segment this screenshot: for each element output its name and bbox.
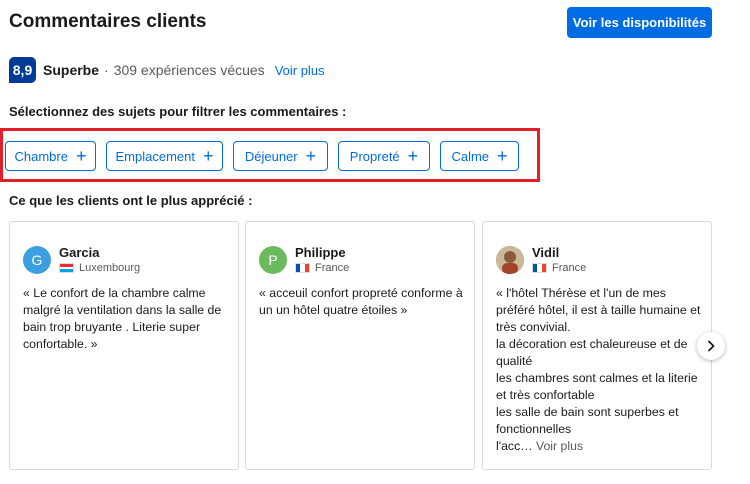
chip-label: Calme	[451, 148, 490, 164]
review-score-summary: 8,9 Superbe · 309 expériences vécues Voi…	[9, 57, 325, 83]
luxembourg-flag-icon	[59, 263, 74, 273]
plus-icon: +	[497, 146, 508, 166]
review-card: G Garcia Luxembourg « Le confort de la c…	[9, 221, 239, 470]
france-flag-icon	[295, 263, 310, 273]
see-more-reviews-link[interactable]: Voir plus	[275, 63, 325, 78]
review-text: « Le confort de la chambre calme malgré …	[23, 286, 222, 351]
review-line: les chambres sont calmes et la literie e…	[496, 371, 698, 402]
france-flag-icon	[532, 263, 547, 273]
plus-icon: +	[202, 146, 214, 166]
filter-chip-emplacement[interactable]: Emplacement +	[106, 141, 223, 171]
chip-label: Emplacement	[115, 148, 195, 164]
review-line-last: l'acc… Voir plus	[496, 438, 706, 455]
review-card: P Philippe France « acceuil confort prop…	[245, 221, 475, 470]
filter-chip-dejeuner[interactable]: Déjeuner +	[233, 141, 328, 171]
reviewer-country: France	[532, 262, 586, 274]
carousel-next-button[interactable]	[697, 332, 725, 360]
country-name: France	[315, 262, 350, 274]
read-more-link[interactable]: Voir plus	[536, 439, 583, 453]
country-name: Luxembourg	[79, 262, 141, 274]
reviewer-country: France	[295, 262, 349, 274]
truncated-text: l'acc…	[496, 439, 533, 453]
plus-icon: +	[75, 146, 87, 166]
chip-label: Déjeuner	[244, 148, 298, 164]
see-availability-button[interactable]: Voir les disponibilités	[567, 7, 712, 38]
filter-heading: Sélectionnez des sujets pour filtrer les…	[9, 104, 347, 119]
country-name: France	[552, 262, 587, 274]
avatar	[496, 246, 524, 274]
filter-chip-chambre[interactable]: Chambre +	[5, 141, 96, 171]
plus-icon: +	[305, 146, 317, 166]
reviewer-name: Vidil	[532, 245, 560, 260]
review-line: les salle de bain sont superbes et fonct…	[496, 405, 679, 436]
separator-dot: ·	[104, 62, 109, 78]
reviewer-country: Luxembourg	[59, 262, 140, 274]
profile-photo-icon	[496, 246, 524, 274]
filter-chip-calme[interactable]: Calme +	[440, 141, 519, 171]
chevron-right-icon	[708, 340, 715, 352]
plus-icon: +	[407, 146, 419, 166]
review-line: « l'hôtel Thérèse et l'un de mes préféré…	[496, 286, 701, 334]
page-title: Commentaires clients	[9, 11, 207, 32]
score-word: Superbe	[43, 62, 100, 78]
chip-label: Propreté	[349, 148, 400, 164]
review-card: Vidil France « l'hôtel Thérèse et l'un d…	[482, 221, 712, 470]
review-text: « acceuil confort propreté conforme à un…	[259, 286, 463, 317]
review-count: 309 expériences vécues	[113, 62, 265, 78]
avatar: P	[259, 246, 287, 274]
chip-label: Chambre	[14, 148, 68, 164]
liked-heading: Ce que les clients ont le plus apprécié …	[9, 193, 253, 208]
review-text: « l'hôtel Thérèse et l'un de mes préféré…	[496, 285, 706, 455]
reviewer-name: Philippe	[295, 245, 346, 260]
review-line: la décoration est chaleureuse et de qual…	[496, 337, 688, 368]
avatar: G	[23, 246, 51, 274]
reviewer-name: Garcia	[59, 245, 100, 260]
filter-chip-proprete[interactable]: Propreté +	[338, 141, 430, 171]
score-badge: 8,9	[9, 57, 36, 83]
